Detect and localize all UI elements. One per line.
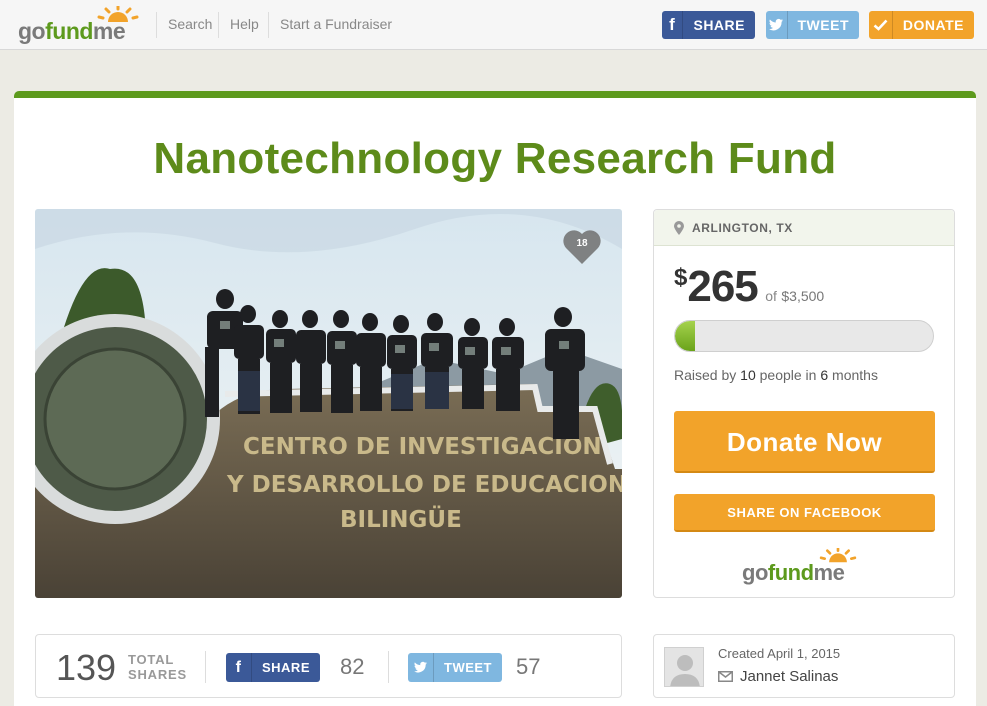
header-donate-button[interactable]: DONATE <box>869 11 974 39</box>
logo-wordmark: gofundme <box>18 18 126 44</box>
raised-amount: 265 <box>687 262 758 311</box>
progress-fill <box>675 321 695 351</box>
raised-summary: Raised by 10 people in 6 months <box>674 367 878 383</box>
campaign-photo-art: CENTRO DE INVESTIGACION Y DESARROLLO DE … <box>35 209 622 598</box>
campaign-photo[interactable]: CENTRO DE INVESTIGACION Y DESARROLLO DE … <box>35 209 622 598</box>
campaign-title: Nanotechnology Research Fund <box>153 134 837 183</box>
currency-symbol: $ <box>674 264 688 291</box>
envelope-icon <box>718 671 733 682</box>
organizer-contact[interactable]: Jannet Salinas <box>718 668 838 685</box>
created-date: Created April 1, 2015 <box>718 646 841 661</box>
check-icon <box>869 11 893 39</box>
header-donate-label: DONATE <box>902 17 964 33</box>
tweet-label: TWEET <box>444 660 492 675</box>
facebook-share-count: 82 <box>340 654 365 679</box>
donation-panel: ARLINGTON, TX $265 of $3,500 Raised by 1… <box>653 209 955 598</box>
location-text: ARLINGTON, TX <box>692 220 793 235</box>
tweet-count: 57 <box>516 654 541 679</box>
donate-now-button[interactable]: Donate Now <box>674 411 935 473</box>
tweet-button[interactable]: TWEET <box>408 653 502 682</box>
facebook-icon: f <box>662 11 684 39</box>
amount-raised: $265 of $3,500 <box>674 262 824 312</box>
like-count: 18 <box>576 238 588 249</box>
location-bar: ARLINGTON, TX <box>654 210 954 246</box>
total-shares-label: TOTAL SHARES <box>128 652 187 682</box>
gofundme-logo[interactable]: gofundme <box>18 6 143 44</box>
of-label: of <box>765 288 777 304</box>
nav-start-fundraiser[interactable]: Start a Fundraiser <box>280 16 392 32</box>
total-label-2: SHARES <box>128 667 187 682</box>
twitter-icon <box>408 653 434 682</box>
panel-gofundme-logo: gofundme <box>742 548 868 588</box>
facebook-share-label: SHARE <box>261 660 310 675</box>
like-heart-button[interactable]: 18 <box>561 227 603 267</box>
avatar-placeholder-icon <box>670 655 700 686</box>
top-nav-bar: gofundme Search Help Start a Fundraiser … <box>0 0 987 50</box>
avatar[interactable] <box>664 647 704 687</box>
months-count: 6 <box>820 367 829 383</box>
campaign-card: Nanotechnology Research Fund CENTRO DE I… <box>14 91 976 706</box>
progress-bar <box>674 320 934 352</box>
photo-sign-line-1: CENTRO DE INVESTIGACION <box>243 434 602 460</box>
people-count: 10 <box>740 367 756 383</box>
goal-amount: $3,500 <box>781 288 825 304</box>
nav-search[interactable]: Search <box>168 16 212 32</box>
location-pin-icon <box>674 220 684 235</box>
total-shares-count: 139 <box>56 647 117 688</box>
photo-sign-line-3: BILINGÜE <box>340 505 462 533</box>
header-share-button[interactable]: f SHARE <box>662 11 755 39</box>
months-label: months <box>832 367 878 383</box>
organizer-name: Jannet Salinas <box>740 668 839 685</box>
header-share-label: SHARE <box>693 17 745 33</box>
share-on-facebook-button[interactable]: SHARE ON FACEBOOK <box>674 494 935 532</box>
total-label-1: TOTAL <box>128 652 175 667</box>
twitter-icon <box>766 11 788 39</box>
creator-box: Created April 1, 2015 Jannet Salinas <box>653 634 955 698</box>
shares-bar: 139 TOTAL SHARES f SHARE 82 TWEET 57 <box>35 634 622 698</box>
photo-sign-line-2: Y DESARROLLO DE EDUCACION <box>226 472 622 498</box>
header-tweet-label: TWEET <box>797 17 849 33</box>
header-tweet-button[interactable]: TWEET <box>766 11 859 39</box>
people-label: people in <box>759 367 817 383</box>
raised-prefix: Raised by <box>674 367 737 383</box>
facebook-icon: f <box>226 653 252 682</box>
panel-logo-wordmark: gofundme <box>742 560 845 585</box>
facebook-share-button[interactable]: f SHARE <box>226 653 320 682</box>
nav-help[interactable]: Help <box>230 16 259 32</box>
